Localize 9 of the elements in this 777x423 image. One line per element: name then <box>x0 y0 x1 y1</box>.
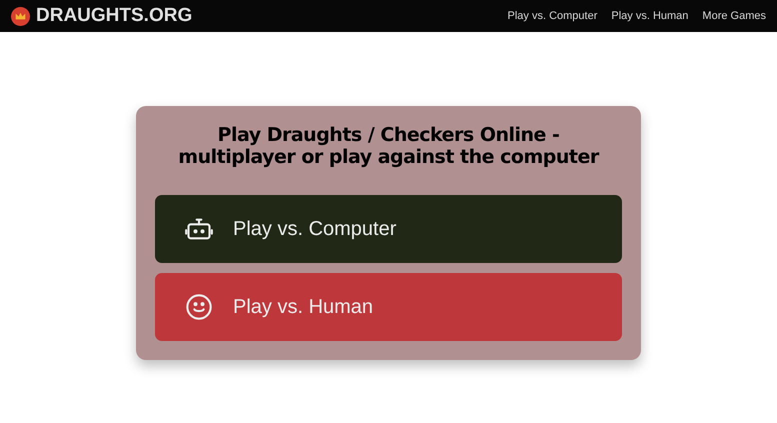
play-button[interactable]: Play vs. Computer <box>155 195 622 263</box>
nav-link[interactable]: Play vs. Computer <box>508 8 598 24</box>
play-button[interactable]: Play vs. Human <box>155 273 622 341</box>
nav-link[interactable]: More Games <box>702 8 766 24</box>
page-heading: Play Draughts / Checkers Online - multiplayer or play against the computer <box>177 124 600 168</box>
site-logo[interactable]: DRAUGHTS.ORG <box>36 2 192 30</box>
smiley-icon <box>185 293 213 321</box>
crown-logo-icon[interactable] <box>11 6 30 26</box>
nav-link[interactable]: Play vs. Human <box>611 8 688 24</box>
